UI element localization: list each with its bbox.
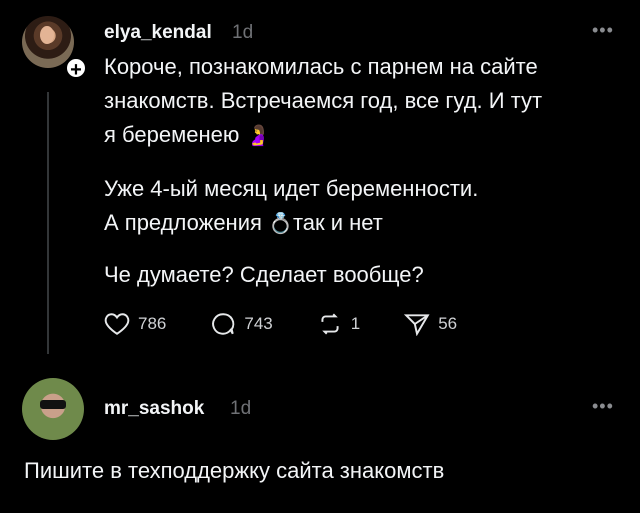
like-button[interactable]: 786 bbox=[104, 312, 166, 336]
ring-emoji-icon: 💍 bbox=[268, 213, 293, 235]
more-icon[interactable]: ••• bbox=[592, 20, 614, 41]
comment-count: 743 bbox=[244, 314, 273, 333]
follow-plus-icon[interactable]: + bbox=[64, 56, 88, 81]
thread-connector-line bbox=[47, 92, 49, 354]
reply-text: Пишите в техподдержку сайта знакомств bbox=[24, 458, 445, 483]
repost-button[interactable]: 1 bbox=[317, 312, 360, 336]
reply-more-icon[interactable]: ••• bbox=[592, 396, 614, 417]
reply-time: 1d bbox=[230, 398, 252, 419]
post-line-1: Короче, познакомилась с парнем на сайте bbox=[104, 54, 538, 79]
share-icon bbox=[404, 314, 430, 336]
post-line-5: А предложения 💍так и нет bbox=[104, 210, 383, 235]
post-line-4: Уже 4-ый месяц идет беременности. bbox=[104, 176, 479, 201]
comment-icon bbox=[212, 313, 235, 335]
post-username[interactable]: elya_kendal bbox=[104, 22, 212, 44]
post-time: 1d bbox=[232, 22, 254, 43]
repost-count: 1 bbox=[350, 314, 361, 333]
post-line-2: знакомств. Встречаемся год, все гуд. И т… bbox=[104, 88, 543, 113]
post-line-3: я беременею 🤰 bbox=[104, 122, 271, 147]
share-button[interactable]: 56 bbox=[404, 312, 457, 336]
comment-button[interactable]: 743 bbox=[210, 312, 273, 336]
repost-icon bbox=[321, 313, 339, 335]
post-line-6: Че думаете? Сделает вообще? bbox=[104, 262, 424, 287]
heart-icon bbox=[104, 313, 130, 335]
pregnant-emoji-icon: 🤰 bbox=[245, 125, 271, 147]
reply-username[interactable]: mr_sashok bbox=[104, 398, 204, 420]
share-count: 56 bbox=[438, 314, 458, 333]
action-bar: 786 743 1 56 bbox=[104, 312, 501, 336]
like-count: 786 bbox=[138, 314, 167, 333]
reply-avatar[interactable] bbox=[22, 378, 84, 440]
